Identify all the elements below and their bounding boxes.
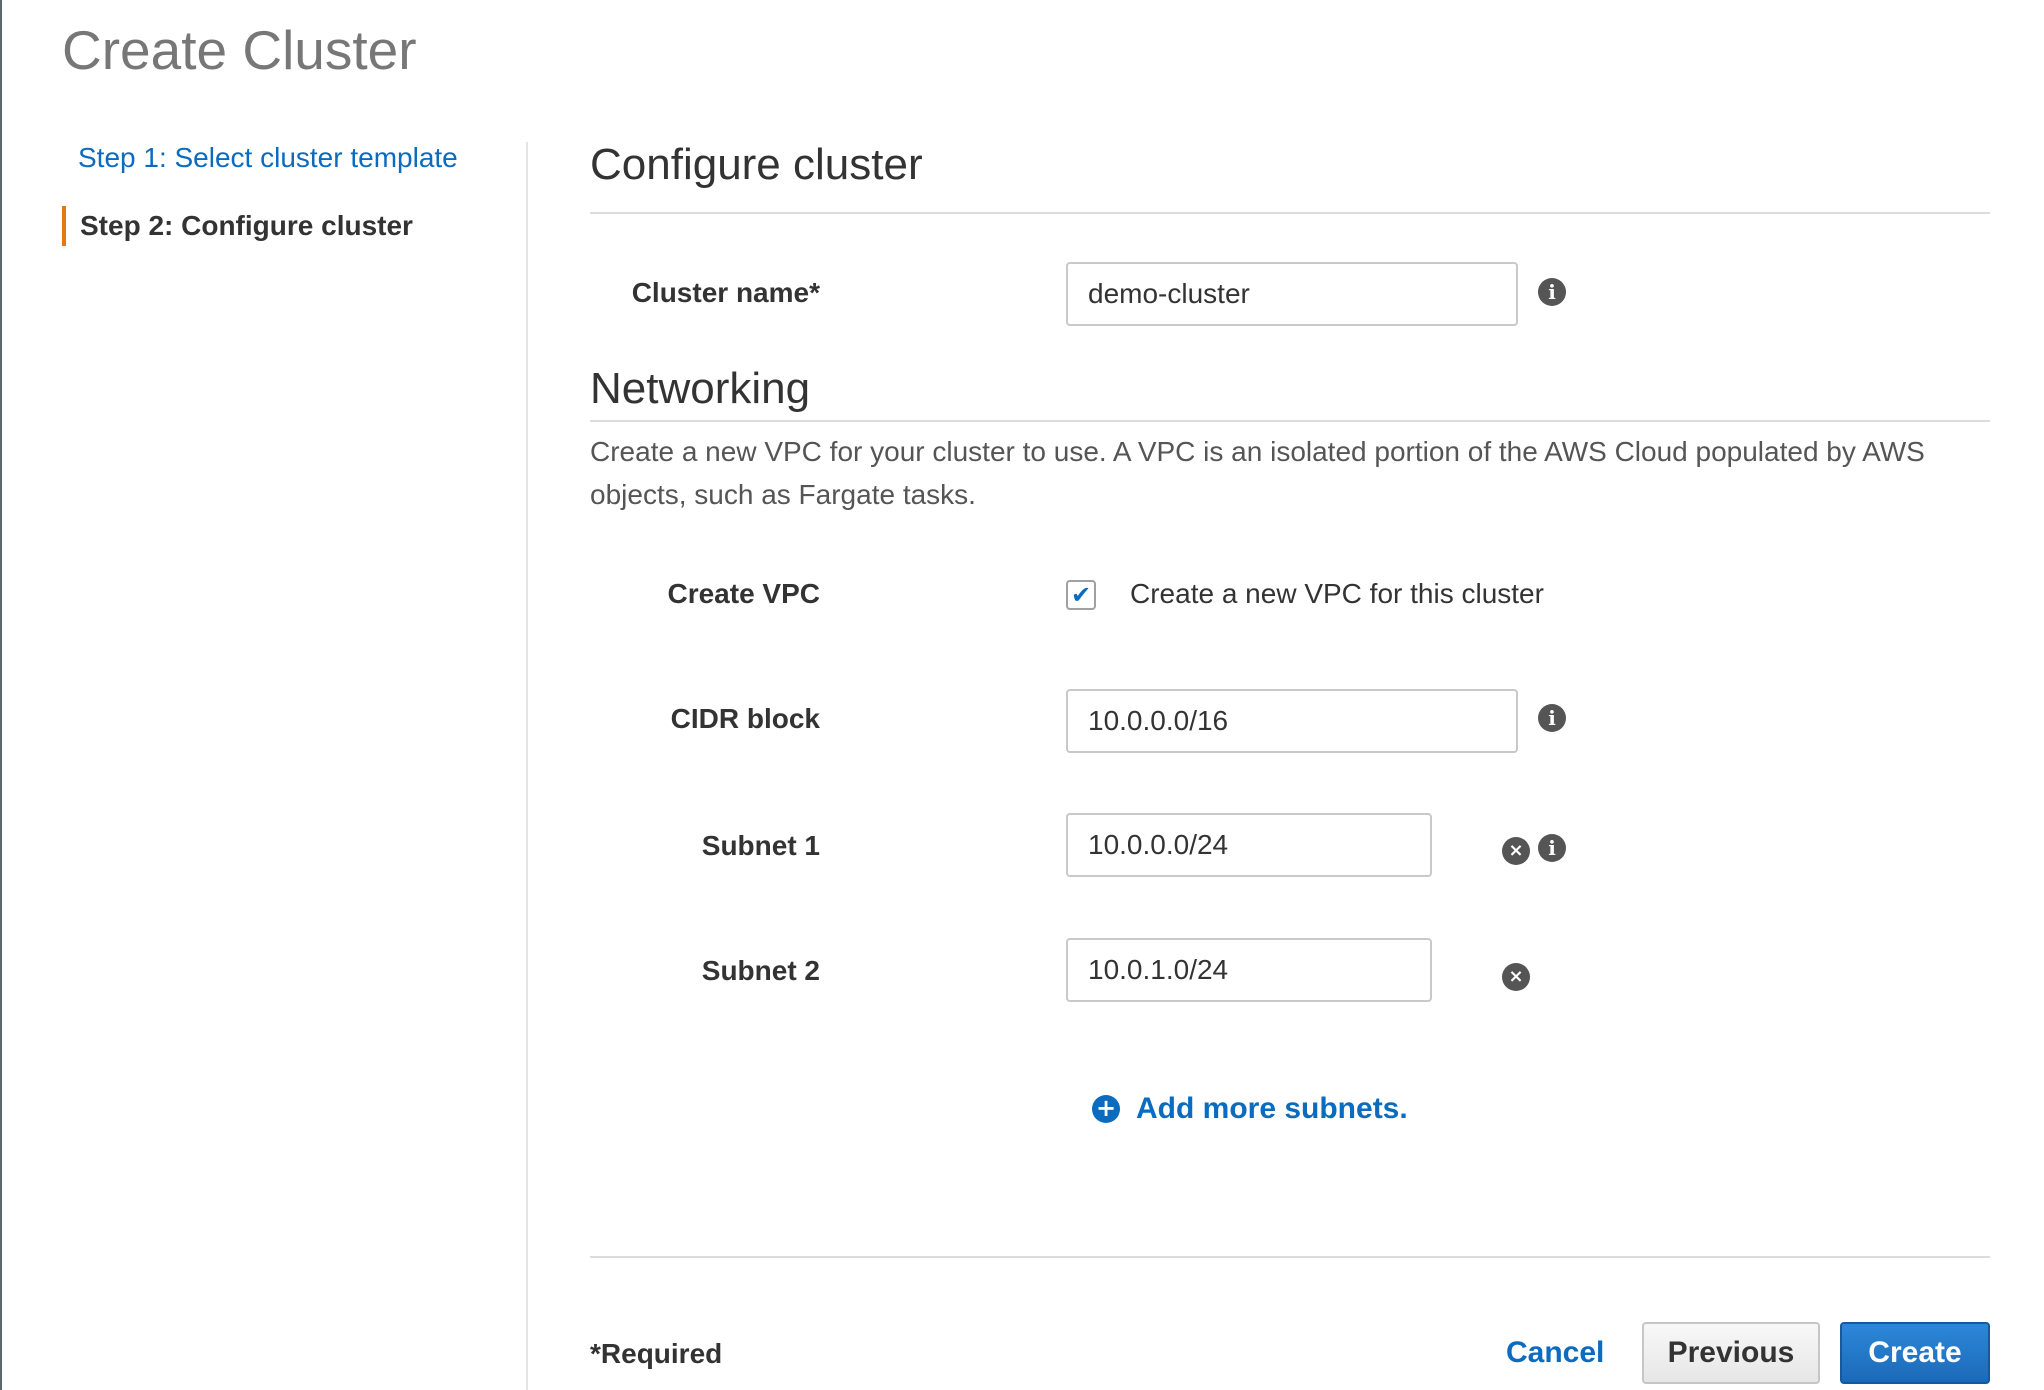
cancel-button[interactable]: Cancel xyxy=(1496,1322,1614,1384)
subnet-2-remove-icon[interactable]: × xyxy=(1502,963,1530,991)
steps-divider xyxy=(526,142,528,1390)
create-cluster-page: Create Cluster Step 1: Select cluster te… xyxy=(0,0,2044,1390)
window-edge xyxy=(0,0,2,1390)
configure-divider xyxy=(590,212,1990,214)
subnet-1-remove-icon[interactable]: × xyxy=(1502,837,1530,865)
cidr-block-input[interactable] xyxy=(1066,689,1518,753)
create-vpc-checkbox-label[interactable]: Create a new VPC for this cluster xyxy=(1130,578,1544,610)
add-more-subnets-link[interactable]: + Add more subnets. xyxy=(1092,1092,1408,1126)
wizard-steps: Step 1: Select cluster template Step 2: … xyxy=(62,138,502,274)
add-more-subnets-label: Add more subnets. xyxy=(1136,1092,1408,1125)
cluster-name-label: Cluster name* xyxy=(631,277,820,308)
cluster-name-info-icon[interactable]: i xyxy=(1538,278,1566,306)
networking-divider xyxy=(590,420,1990,422)
configure-cluster-heading: Configure cluster xyxy=(590,140,923,189)
subnet-1-info-icon[interactable]: i xyxy=(1538,834,1566,862)
subnet-1-input[interactable] xyxy=(1066,813,1432,877)
required-note: *Required xyxy=(590,1338,723,1369)
previous-button[interactable]: Previous xyxy=(1642,1322,1820,1384)
main-panel: Configure cluster Cluster name* i Networ… xyxy=(590,0,1990,1390)
create-button[interactable]: Create xyxy=(1840,1322,1990,1384)
cluster-name-input[interactable] xyxy=(1066,262,1518,326)
cidr-block-info-icon[interactable]: i xyxy=(1538,704,1566,732)
plus-circle-icon: + xyxy=(1092,1095,1120,1123)
subnet-2-input[interactable] xyxy=(1066,938,1432,1002)
subnet-2-label: Subnet 2 xyxy=(701,955,820,986)
footer-divider xyxy=(590,1256,1990,1258)
page-title: Create Cluster xyxy=(62,19,417,81)
step-2-current: Step 2: Configure cluster xyxy=(62,206,502,246)
create-vpc-checkbox[interactable]: ✔ xyxy=(1066,580,1096,610)
networking-heading: Networking xyxy=(590,364,811,413)
create-vpc-label: Create VPC xyxy=(667,578,820,609)
step-1-link[interactable]: Step 1: Select cluster template xyxy=(62,138,502,178)
cidr-block-label: CIDR block xyxy=(670,703,820,734)
subnet-1-label: Subnet 1 xyxy=(701,830,820,861)
networking-description: Create a new VPC for your cluster to use… xyxy=(590,436,1925,510)
